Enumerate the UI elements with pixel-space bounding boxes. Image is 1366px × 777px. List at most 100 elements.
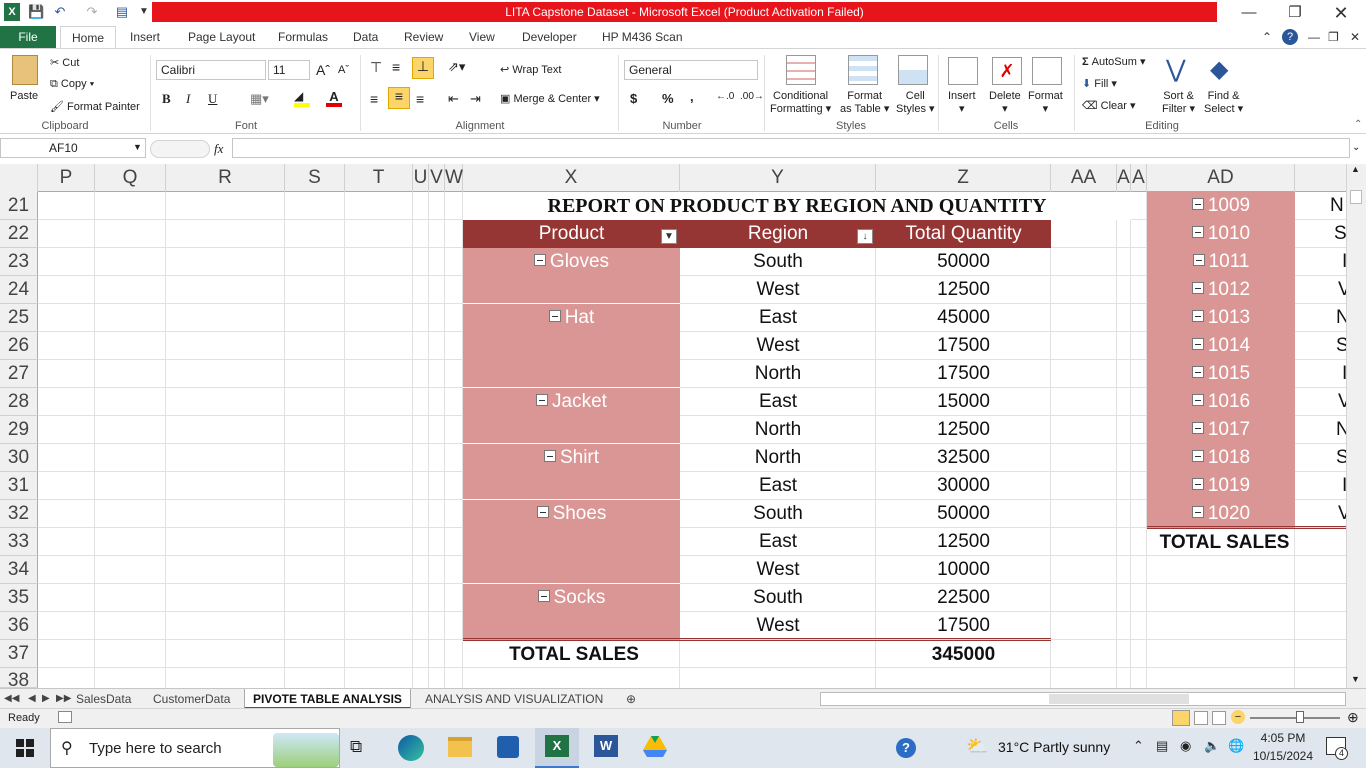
fill-color-icon[interactable]: ◢ <box>294 89 310 107</box>
decrease-indent-icon[interactable]: ⇤ <box>448 91 459 107</box>
zoom-slider[interactable] <box>1250 717 1340 719</box>
quantity-cell[interactable]: 10000 <box>876 556 1051 584</box>
quantity-cell[interactable]: 15000 <box>876 388 1051 416</box>
tab-insert[interactable]: Insert <box>130 26 160 48</box>
row-header[interactable]: 24 <box>0 276 38 304</box>
order-id-cell[interactable]: 1012 <box>1147 276 1295 304</box>
order-id-cell[interactable]: 1010 <box>1147 220 1295 248</box>
partial-cell[interactable]: S <box>1336 332 1346 360</box>
column-header[interactable]: V <box>429 164 445 192</box>
product-cell[interactable]: Gloves <box>463 248 680 276</box>
order-id-cell[interactable]: 1018 <box>1147 444 1295 472</box>
collapse-icon[interactable] <box>1191 422 1204 435</box>
quantity-cell[interactable]: 12500 <box>876 528 1051 556</box>
row-header[interactable]: 23 <box>0 248 38 276</box>
row-header[interactable]: 35 <box>0 584 38 612</box>
clock-date[interactable]: 10/15/2024 <box>1250 749 1316 777</box>
total-label[interactable]: TOTAL SALES <box>463 641 685 669</box>
region-cell[interactable]: West <box>680 612 876 640</box>
network-icon[interactable]: ▤ <box>1156 738 1168 766</box>
collapse-icon[interactable] <box>1191 226 1204 239</box>
insert-function-icon[interactable]: fx <box>214 141 223 157</box>
order-id-cell[interactable]: 1017 <box>1147 416 1295 444</box>
region-cell[interactable]: West <box>680 276 876 304</box>
find-select-button[interactable]: Find & Select ▾ <box>1204 90 1243 116</box>
horizontal-scrollbar[interactable] <box>820 692 1346 706</box>
region-cell[interactable]: South <box>680 248 876 276</box>
increase-indent-icon[interactable]: ⇥ <box>470 91 481 107</box>
quantity-cell[interactable]: 22500 <box>876 584 1051 612</box>
align-bottom-icon[interactable]: ⊥ <box>412 57 434 79</box>
font-size-select[interactable]: 11 <box>268 60 310 80</box>
insert-button[interactable]: Insert ▾ <box>948 90 976 115</box>
align-top-icon[interactable]: ⊤ <box>370 59 382 76</box>
help-tray-icon[interactable]: ? <box>896 738 916 758</box>
name-box-dropdown-icon[interactable]: ▼ <box>133 142 142 152</box>
row-header[interactable]: 27 <box>0 360 38 388</box>
restore-button[interactable]: ❐ <box>1272 2 1318 24</box>
region-cell[interactable]: West <box>680 332 876 360</box>
row-header[interactable]: 34 <box>0 556 38 584</box>
scroll-down-icon[interactable]: ▼ <box>1351 674 1360 684</box>
google-drive-icon[interactable] <box>643 736 667 758</box>
column-header[interactable]: U <box>413 164 429 192</box>
borders-icon[interactable]: ▦▾ <box>250 91 269 107</box>
cell-styles-button[interactable]: Cell Styles ▾ <box>896 90 935 116</box>
column-header[interactable]: X <box>463 164 680 192</box>
product-filter-icon[interactable]: ▼ <box>661 229 677 244</box>
align-right-icon[interactable]: ≡ <box>416 91 424 107</box>
column-header[interactable]: R <box>166 164 285 192</box>
file-explorer-icon[interactable] <box>448 737 472 757</box>
partial-cell[interactable]: V <box>1338 388 1346 416</box>
header-quantity[interactable]: Total Quantity <box>876 220 1051 248</box>
order-id-cell[interactable]: 1013 <box>1147 304 1295 332</box>
excel-taskbar-button[interactable]: X <box>535 728 579 768</box>
sort-filter-button[interactable]: Sort & Filter ▾ <box>1162 90 1195 116</box>
number-format-select[interactable]: General <box>624 60 758 80</box>
collapse-icon[interactable] <box>1191 282 1204 295</box>
weather-icon[interactable]: ⛅ <box>966 736 988 764</box>
wrap-text-button[interactable]: ↩ Wrap Text <box>500 63 561 76</box>
name-box[interactable]: AF10 <box>0 138 146 158</box>
align-middle-icon[interactable]: ≡ <box>392 59 400 75</box>
sheet-tab-customerdata[interactable]: CustomerData <box>153 689 230 709</box>
quantity-cell[interactable]: 17500 <box>876 332 1051 360</box>
minimize-window-icon[interactable]: — <box>1308 26 1320 48</box>
order-id-cell[interactable]: 1009 <box>1147 192 1295 220</box>
taskbar-search-box[interactable]: ⚲ Type here to search <box>50 728 340 768</box>
order-id-cell[interactable]: 1011 <box>1147 248 1295 276</box>
region-cell[interactable]: East <box>680 304 876 332</box>
bold-button[interactable]: B <box>162 91 171 107</box>
windows-start-icon[interactable] <box>16 739 34 757</box>
edge-icon[interactable] <box>398 735 424 761</box>
collapse-icon[interactable] <box>533 254 546 267</box>
page-break-view-icon[interactable] <box>1212 711 1226 725</box>
collapse-icon[interactable] <box>536 394 549 407</box>
region-cell[interactable]: North <box>680 444 876 472</box>
order-id-cell[interactable]: 1016 <box>1147 388 1295 416</box>
region-cell[interactable]: East <box>680 528 876 556</box>
increase-decimal-icon[interactable]: ←.0 <box>716 91 734 102</box>
row-header[interactable]: 26 <box>0 332 38 360</box>
collapse-ribbon-arrow-icon[interactable]: ⌃ <box>1354 119 1362 130</box>
product-cell[interactable]: Shoes <box>463 500 680 528</box>
quantity-cell[interactable]: 17500 <box>876 360 1051 388</box>
partial-cell[interactable]: V <box>1338 500 1346 528</box>
weather-text[interactable]: 31°C Partly sunny <box>998 739 1110 767</box>
cut-button[interactable]: ✂ Cut <box>50 56 79 69</box>
first-sheet-icon[interactable]: ◀◀ <box>4 689 19 709</box>
region-cell[interactable]: West <box>680 556 876 584</box>
delete-button[interactable]: Delete ▾ <box>989 90 1021 115</box>
partial-cell[interactable]: V <box>1338 276 1346 304</box>
conditional-formatting-button[interactable]: Conditional Formatting ▾ <box>770 90 831 116</box>
store-icon[interactable] <box>497 736 519 758</box>
collapse-icon[interactable] <box>543 450 556 463</box>
partial-cell[interactable]: S <box>1334 220 1346 248</box>
region-filter-icon[interactable]: ↓ <box>857 229 873 244</box>
tab-developer[interactable]: Developer <box>522 26 577 48</box>
quantity-cell[interactable]: 50000 <box>876 248 1051 276</box>
collapse-icon[interactable] <box>1191 198 1204 211</box>
product-cell[interactable]: Hat <box>463 304 680 332</box>
row-header[interactable]: 28 <box>0 388 38 416</box>
quantity-cell[interactable]: 12500 <box>876 276 1051 304</box>
